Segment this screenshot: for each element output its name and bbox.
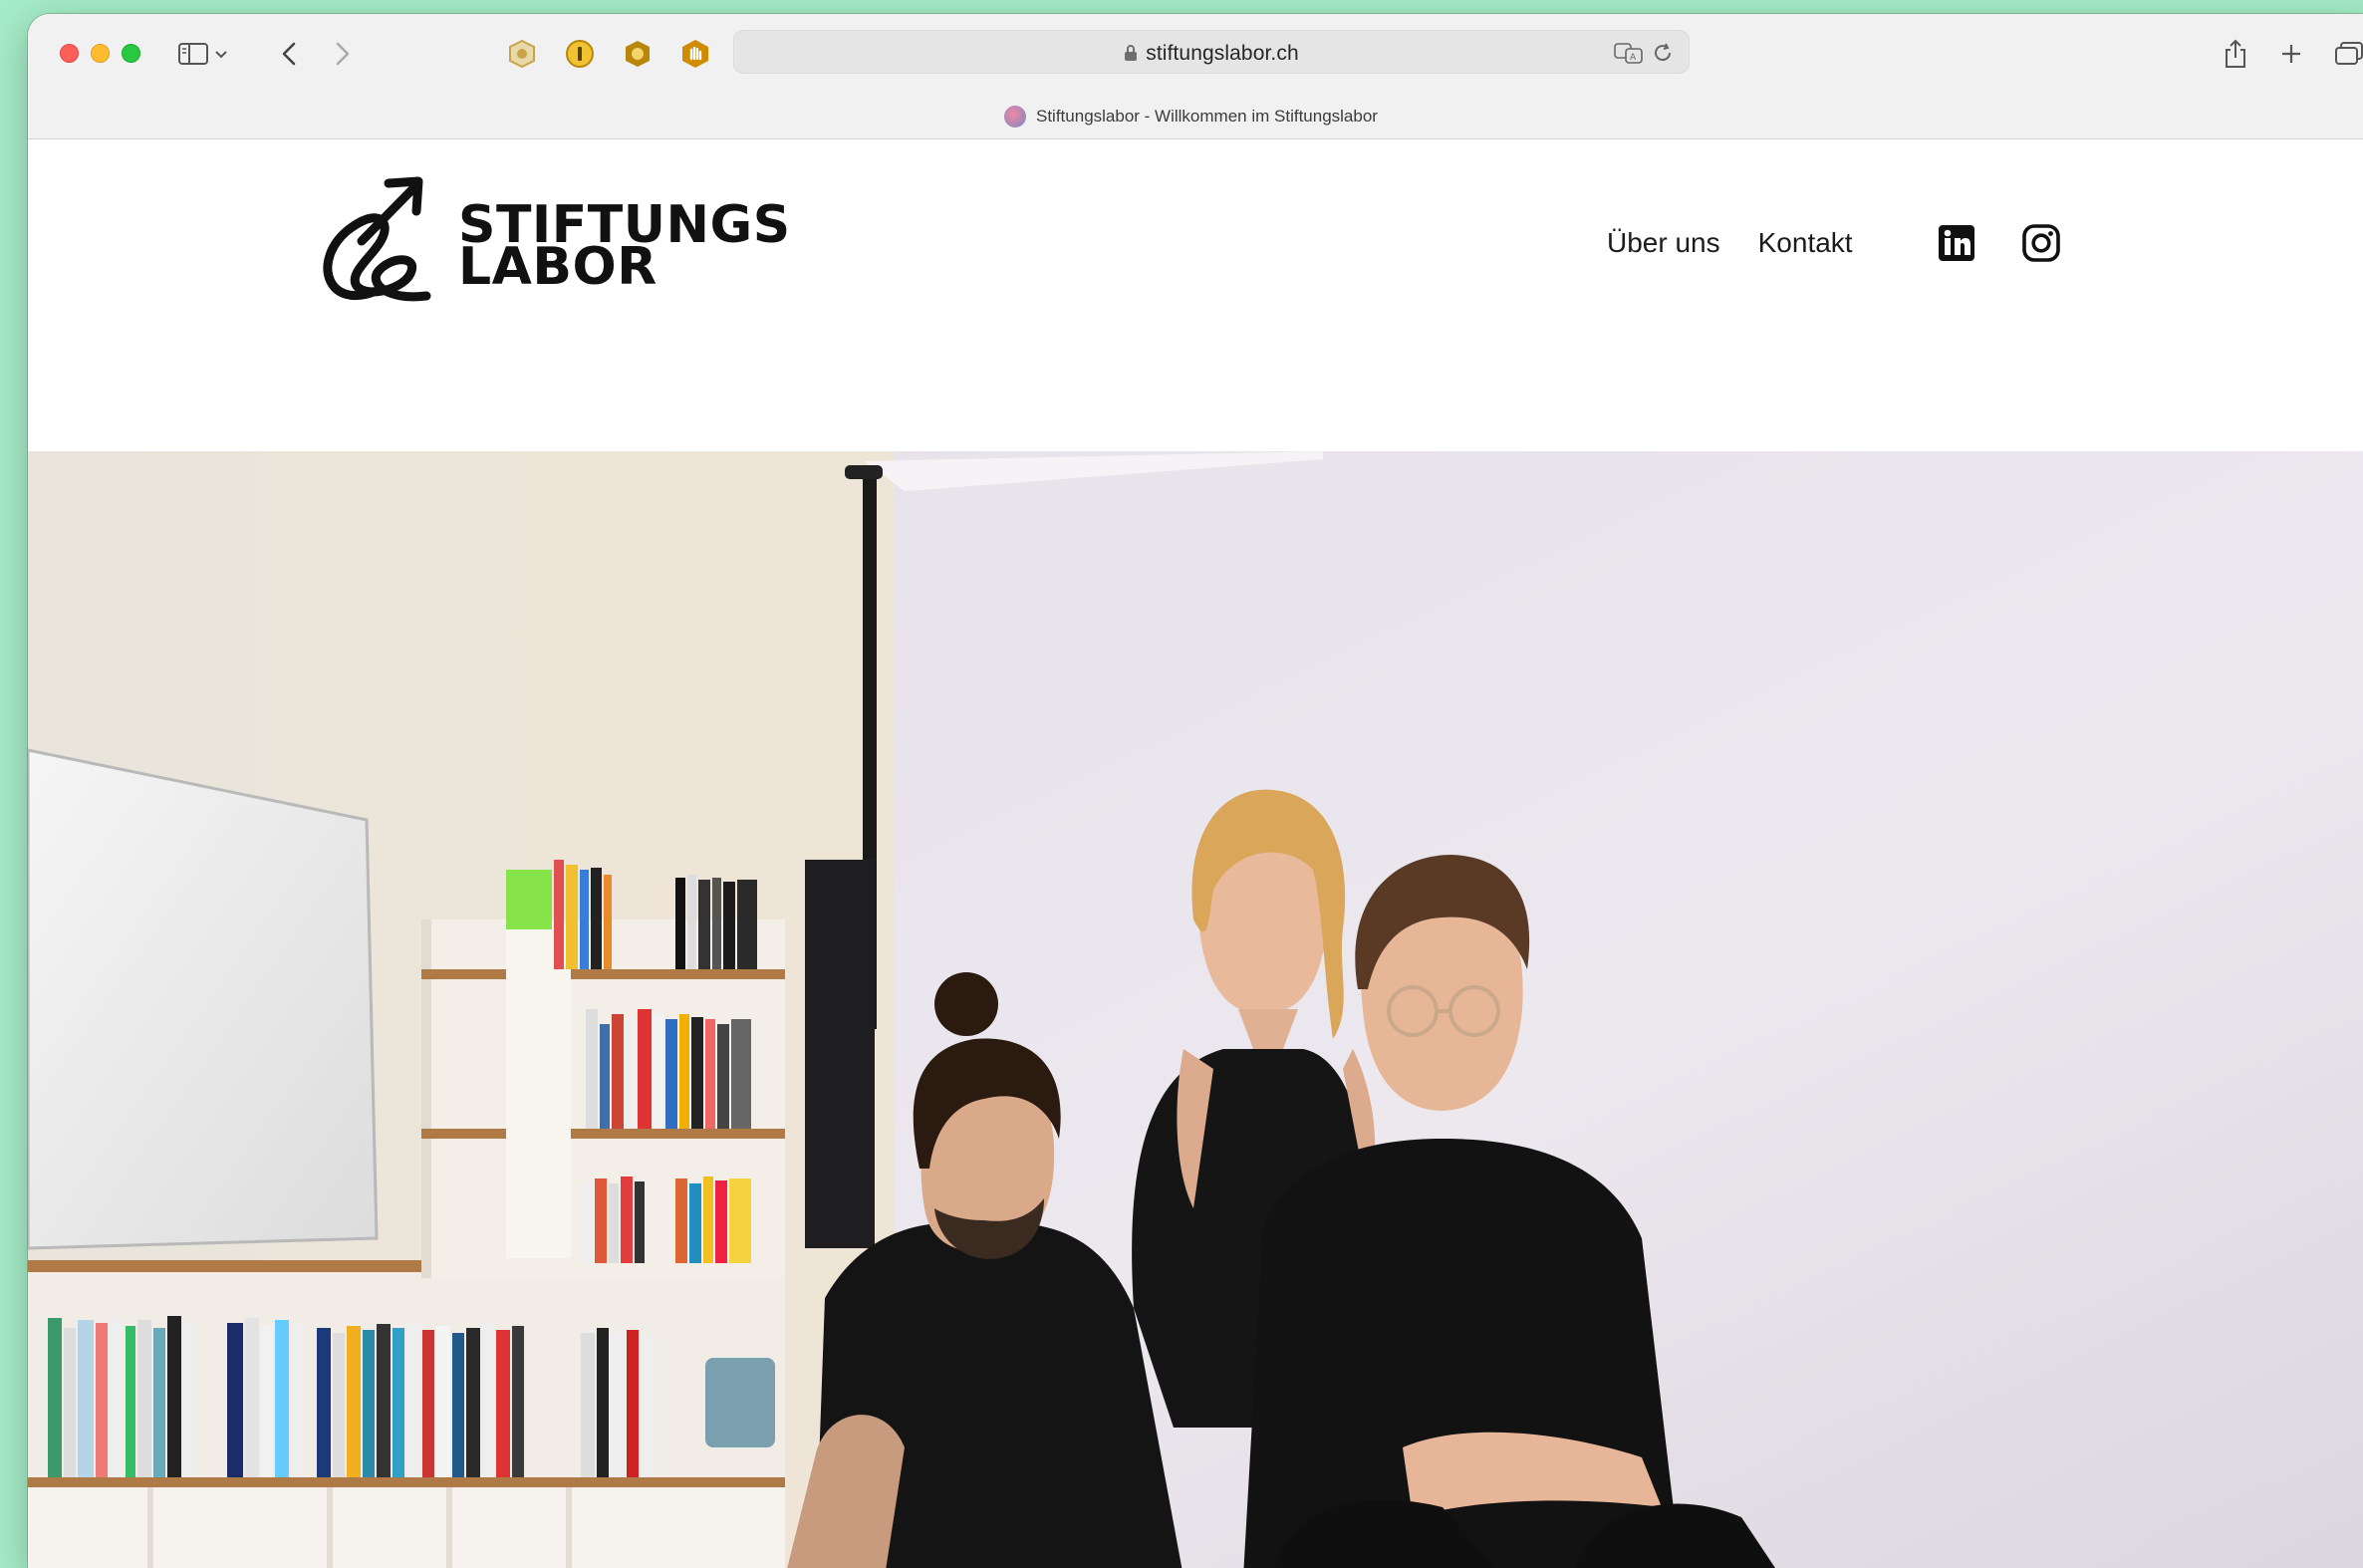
browser-toolbar: stiftungslabor.ch A Stiftungslabor - Wil…: [28, 14, 2363, 139]
web-page: STIFTUNGS LABOR Über uns Kontakt: [28, 139, 2363, 1568]
extension-badge-icon[interactable]: [620, 36, 656, 72]
browser-window: stiftungslabor.ch A Stiftungslabor - Wil…: [28, 14, 2363, 1568]
main-navigation: Über uns Kontakt: [1607, 227, 1891, 259]
site-logo[interactable]: STIFTUNGS LABOR: [317, 171, 791, 321]
share-icon[interactable]: [2218, 36, 2253, 72]
chevron-down-icon[interactable]: [211, 36, 231, 72]
extension-shield-icon[interactable]: [504, 36, 540, 72]
extension-hand-icon[interactable]: [677, 36, 713, 72]
translate-icon[interactable]: A: [1611, 35, 1647, 71]
logo-wordmark: STIFTUNGS LABOR: [458, 199, 791, 293]
forward-icon[interactable]: [325, 36, 361, 72]
tab-title-text: Stiftungslabor - Willkommen im Stiftungs…: [1036, 107, 1378, 126]
svg-text:A: A: [1630, 53, 1637, 63]
logo-swirl-icon: [323, 176, 431, 302]
linkedin-icon[interactable]: [1937, 223, 1976, 263]
lock-icon: [1124, 44, 1138, 68]
sidebar-icon[interactable]: [175, 36, 211, 72]
back-icon[interactable]: [271, 36, 307, 72]
favicon-icon: [1004, 106, 1026, 128]
team-photo-illustration: [28, 451, 2363, 1568]
extension-1password-icon[interactable]: [562, 36, 598, 72]
hero-team-photo: [28, 451, 2363, 1568]
close-window-button[interactable]: [60, 44, 79, 63]
zoom-window-button[interactable]: [122, 44, 140, 63]
new-tab-icon[interactable]: [2273, 36, 2309, 72]
tab-overview-icon[interactable]: [2331, 36, 2363, 72]
address-bar[interactable]: stiftungslabor.ch A: [733, 30, 1690, 74]
nav-link-ueber-uns[interactable]: Über uns: [1607, 227, 1720, 259]
nav-link-kontakt[interactable]: Kontakt: [1758, 227, 1853, 259]
minimize-window-button[interactable]: [91, 44, 110, 63]
instagram-icon[interactable]: [2021, 223, 2061, 263]
reload-icon[interactable]: [1645, 35, 1681, 71]
address-url[interactable]: stiftungslabor.ch: [734, 42, 1689, 68]
